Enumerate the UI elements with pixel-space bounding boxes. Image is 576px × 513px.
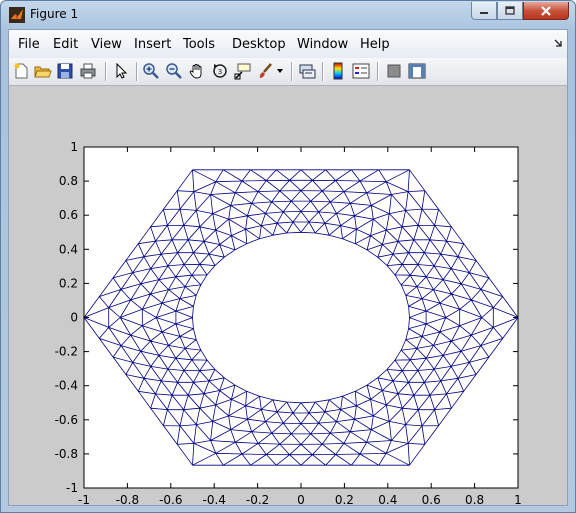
y-tick-label: 1 [70,140,78,154]
pan-hand-icon[interactable] [188,62,206,80]
figure-toolbar: 3 [9,58,567,86]
y-tick-label: -0.2 [55,345,78,359]
axes-background [84,147,518,488]
insert-colorbar-icon[interactable] [329,62,347,80]
y-tick-label: -0.4 [55,379,78,393]
menu-window[interactable]: Window [297,37,348,52]
x-tick-label: 0 [297,493,305,505]
figure-window: Figure 1 File Edit View Insert Tools Des… [0,0,576,513]
x-tick-label: 0.4 [378,493,397,505]
maximize-icon [505,6,515,15]
menu-tools[interactable]: Tools [183,37,215,52]
insert-legend-icon[interactable] [352,62,370,80]
x-tick-label: -0.6 [159,493,182,505]
y-tick-label: 0.6 [59,208,78,222]
mesh-plot[interactable]: -1 -0.8 -0.6 -0.4 -0.2 0 0.2 0.4 0.6 0.8 1 1 0.8 0.6 0… [9,86,567,507]
brush-icon[interactable] [257,62,275,80]
menu-view[interactable]: View [91,37,122,52]
svg-text:3: 3 [218,68,222,76]
y-tick-label: 0.2 [59,276,78,290]
data-cursor-icon[interactable] [234,62,252,80]
client-area: File Edit View Insert Tools Desktop Wind… [8,29,568,507]
brush-dropdown-icon[interactable] [277,69,283,74]
menu-insert[interactable]: Insert [134,37,171,52]
close-button[interactable] [523,2,569,20]
y-tick-label: 0.8 [59,174,78,188]
x-tick-label: -0.2 [246,493,269,505]
show-plot-tools-icon[interactable] [408,62,426,80]
x-tick-label: 0.8 [465,493,484,505]
dock-arrow-icon[interactable] [554,39,562,47]
y-tick-label: 0 [70,311,78,325]
y-tick-label: -1 [66,481,78,495]
window-title: Figure 1 [30,7,79,21]
save-figure-icon[interactable] [56,62,74,80]
x-tick-label: -1 [78,493,90,505]
menu-edit[interactable]: Edit [53,37,78,52]
matlab-logo-icon [9,7,25,23]
minimize-icon [480,11,488,14]
menu-desktop[interactable]: Desktop [232,37,286,52]
link-plot-icon[interactable] [298,62,316,80]
zoom-in-icon[interactable] [142,62,160,80]
rotate-3d-icon[interactable]: 3 [211,62,229,80]
x-tick-label: 0.6 [422,493,441,505]
maximize-button[interactable] [497,2,523,20]
menu-bar: File Edit View Insert Tools Desktop Wind… [9,30,567,59]
menu-file[interactable]: File [18,37,40,52]
new-figure-icon[interactable] [12,62,30,80]
edit-plot-arrow-icon[interactable] [112,62,130,80]
hide-plot-tools-icon[interactable] [385,62,403,80]
zoom-out-icon[interactable] [165,62,183,80]
y-tick-label: 0.4 [59,242,78,256]
menu-help[interactable]: Help [360,37,390,52]
figure-canvas: -1 -0.8 -0.6 -0.4 -0.2 0 0.2 0.4 0.6 0.8 1 1 0.8 0.6 0… [9,86,567,507]
print-figure-icon[interactable] [79,62,97,80]
x-tick-label: 0.2 [335,493,354,505]
x-tick-label: -0.8 [116,493,139,505]
x-tick-label: 1 [514,493,522,505]
title-bar[interactable]: Figure 1 [1,1,575,29]
x-tick-label: -0.4 [202,493,225,505]
close-icon [541,5,551,16]
open-file-icon[interactable] [34,62,52,80]
minimize-button[interactable] [471,2,497,20]
y-tick-label: -0.8 [55,447,78,461]
y-tick-label: -0.6 [55,413,78,427]
